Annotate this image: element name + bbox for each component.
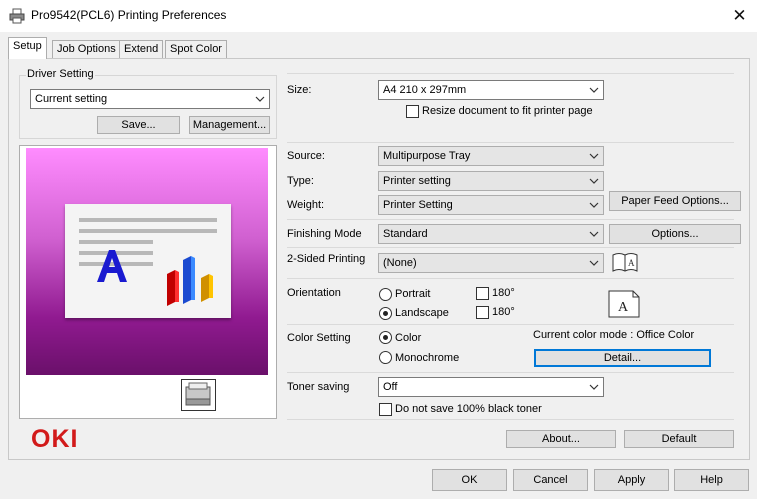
finishing-mode-label: Finishing Mode (287, 228, 362, 240)
chevron-down-icon (589, 260, 599, 266)
color-setting-label: Color Setting (287, 332, 351, 344)
type-label: Type: (287, 175, 314, 187)
close-button[interactable]: ✕ (722, 0, 757, 32)
chevron-down-icon (589, 87, 599, 93)
portrait-radio[interactable] (379, 288, 392, 301)
separator (287, 142, 734, 143)
two-sided-select[interactable]: (None) (378, 253, 604, 273)
monochrome-label: Monochrome (395, 352, 460, 364)
two-sided-value: (None) (383, 257, 417, 269)
rotate-180-portrait-checkbox[interactable] (476, 287, 489, 300)
source-label: Source: (287, 150, 325, 162)
media-weight-value: Printer Setting (383, 199, 453, 211)
tab-spot-color[interactable]: Spot Color (165, 40, 227, 58)
default-button[interactable]: Default (624, 430, 734, 448)
weight-label: Weight: (287, 199, 325, 211)
bar-chart-icon (167, 256, 213, 306)
chevron-down-icon (589, 384, 599, 390)
media-weight-select[interactable]: Printer Setting (378, 195, 604, 215)
window-title: Pro9542(PCL6) Printing Preferences (31, 8, 227, 22)
separator (287, 372, 734, 373)
svg-text:A: A (628, 258, 635, 268)
preview-page (65, 204, 231, 318)
rotate-180-landscape-label: 180° (492, 306, 515, 318)
help-button[interactable]: Help (674, 469, 749, 491)
resize-checkbox[interactable] (406, 105, 419, 118)
color-label: Color (395, 332, 422, 344)
tab-job-options[interactable]: Job Options (52, 40, 121, 58)
landscape-radio[interactable] (379, 307, 392, 320)
separator (287, 219, 734, 220)
driver-setting-select[interactable]: Current setting (30, 89, 270, 109)
media-type-value: Printer setting (383, 175, 451, 187)
tab-extend[interactable]: Extend (119, 40, 164, 58)
chevron-down-icon (255, 96, 265, 102)
separator (287, 247, 734, 248)
separator (287, 278, 734, 279)
text-line (79, 229, 217, 233)
resize-label: Resize document to fit printer page (422, 105, 593, 117)
rotate-180-landscape-checkbox[interactable] (476, 306, 489, 319)
no-save-black-toner-checkbox[interactable] (379, 403, 392, 416)
open-book-icon: A (612, 253, 638, 272)
ok-button[interactable]: OK (432, 469, 507, 491)
paper-feed-options-button[interactable]: Paper Feed Options... (609, 191, 741, 211)
chevron-down-icon (589, 153, 599, 159)
finishing-mode-value: Standard (383, 228, 428, 240)
rotate-180-portrait-label: 180° (492, 287, 515, 299)
printer-app-icon (9, 8, 25, 24)
chevron-down-icon (589, 178, 599, 184)
current-color-mode-text: Current color mode : Office Color (533, 329, 695, 341)
printer-icon (181, 379, 216, 411)
toner-saving-label: Toner saving (287, 381, 350, 393)
separator (287, 73, 734, 74)
two-sided-label: 2-Sided Printing (287, 253, 366, 265)
portrait-label: Portrait (395, 288, 431, 300)
orientation-label: Orientation (287, 287, 341, 299)
landscape-page-icon: A (608, 290, 640, 318)
finishing-options-button[interactable]: Options... (609, 224, 741, 244)
letter-a-icon (97, 250, 127, 282)
no-save-black-toner-label: Do not save 100% black toner (395, 403, 542, 415)
size-label: Size: (287, 84, 312, 96)
chevron-down-icon (589, 202, 599, 208)
monochrome-radio[interactable] (379, 351, 392, 364)
driver-setting-value: Current setting (35, 93, 108, 105)
media-type-select[interactable]: Printer setting (378, 171, 604, 191)
separator (287, 419, 734, 420)
paper-size-value: A4 210 x 297mm (383, 84, 467, 96)
svg-text:A: A (618, 300, 629, 315)
text-line (79, 218, 217, 222)
about-button[interactable]: About... (506, 430, 616, 448)
color-radio[interactable] (379, 331, 392, 344)
toner-saving-select[interactable]: Off (378, 377, 604, 397)
finishing-mode-select[interactable]: Standard (378, 224, 604, 244)
driver-setting-label: Driver Setting (26, 68, 95, 80)
paper-source-select[interactable]: Multipurpose Tray (378, 146, 604, 166)
text-line (79, 240, 153, 244)
color-detail-button[interactable]: Detail... (534, 349, 711, 367)
separator (287, 324, 734, 325)
paper-source-value: Multipurpose Tray (383, 150, 471, 162)
management-button[interactable]: Management... (189, 116, 270, 134)
cancel-button[interactable]: Cancel (513, 469, 588, 491)
save-button[interactable]: Save... (97, 116, 180, 134)
tab-setup[interactable]: Setup (8, 37, 47, 59)
oki-logo: OKI (31, 425, 79, 453)
landscape-label: Landscape (395, 307, 449, 319)
paper-size-select[interactable]: A4 210 x 297mm (378, 80, 604, 100)
toner-saving-value: Off (383, 381, 398, 393)
chevron-down-icon (589, 231, 599, 237)
apply-button[interactable]: Apply (594, 469, 669, 491)
